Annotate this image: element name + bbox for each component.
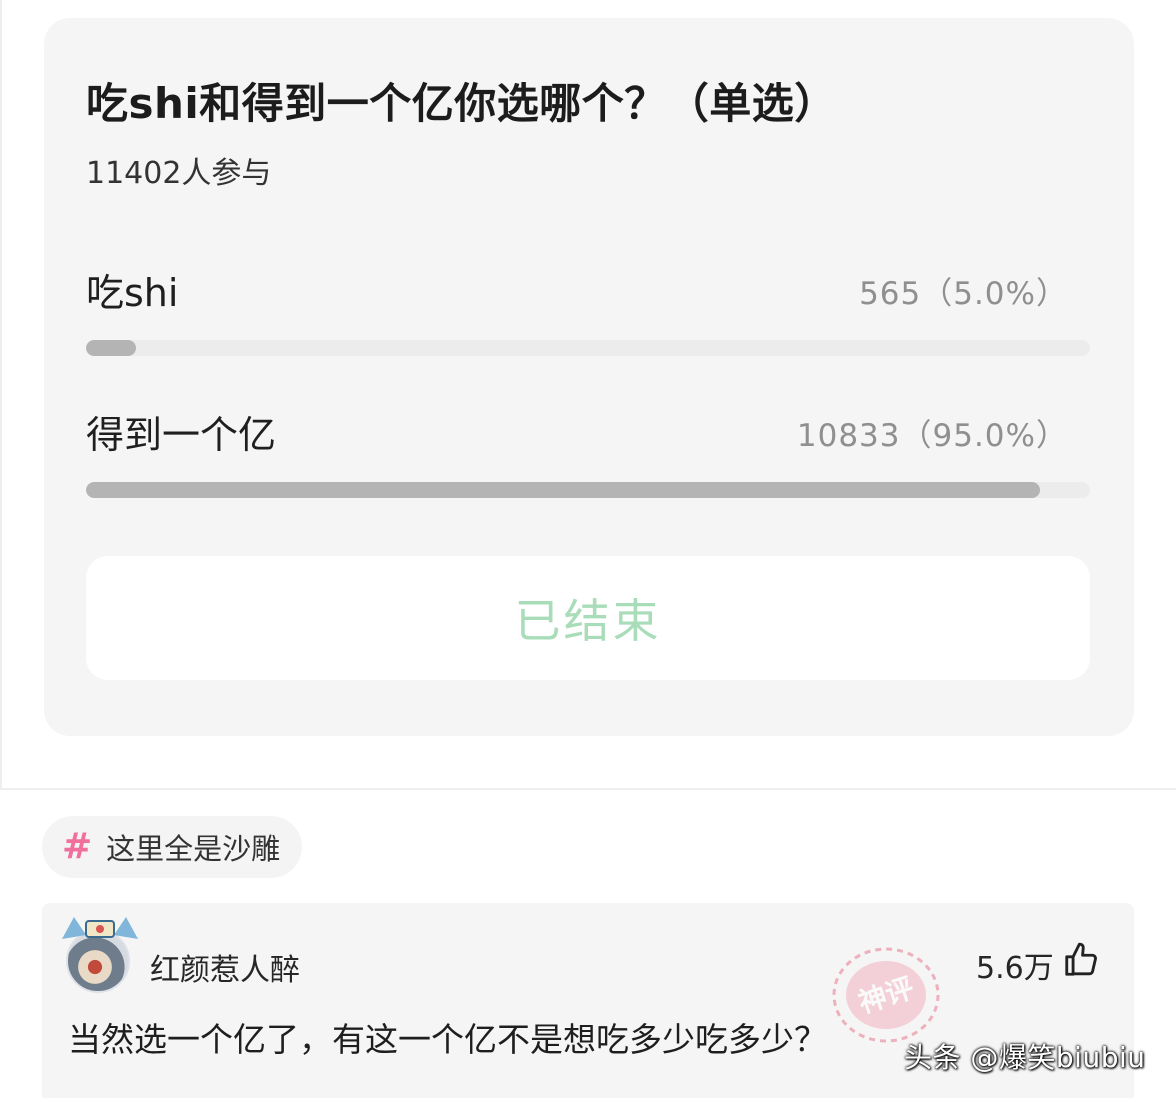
topic-label: 这里全是沙雕 xyxy=(106,832,281,866)
poll-option-label: 吃shi xyxy=(86,271,179,315)
poll-option-bar-fill xyxy=(86,340,137,356)
poll-option-bar xyxy=(86,482,1090,498)
poll-option-stat: 565（5.0%） xyxy=(859,276,1068,312)
poll-option-bar-fill xyxy=(86,482,1040,498)
poll-participant-count: 11402人参与 xyxy=(86,156,272,191)
poll-ended-button[interactable]: 已结束 xyxy=(86,556,1090,680)
poll-option-label: 得到一个亿 xyxy=(86,413,277,457)
thumbs-up-icon[interactable] xyxy=(1062,941,1100,979)
topic-tag[interactable]: # 这里全是沙雕 xyxy=(42,816,303,878)
comment-username[interactable]: 红颜惹人醉 xyxy=(150,945,300,989)
page: 吃shi和得到一个亿你选哪个？（单选） 11402人参与 吃shi 565（5.… xyxy=(0,0,1176,1098)
avatar-frame-icon xyxy=(62,917,138,939)
poll-card: 吃shi和得到一个亿你选哪个？（单选） 11402人参与 吃shi 565（5.… xyxy=(44,18,1134,736)
poll-option-bar xyxy=(86,340,1090,356)
watermark: 头条 @爆笑biubiu xyxy=(904,1041,1146,1074)
stamp-icon: 神评 xyxy=(832,947,940,1043)
section-divider xyxy=(0,788,1176,790)
poll-option-stat: 10833（95.0%） xyxy=(796,418,1068,454)
comment-text: 当然选一个亿了，有这一个亿不是想吃多少吃多少？ xyxy=(68,1020,827,1059)
left-border xyxy=(0,0,2,788)
hash-icon: # xyxy=(62,826,93,867)
like-count: 5.6万 xyxy=(976,951,1054,986)
poll-title: 吃shi和得到一个亿你选哪个？（单选） xyxy=(86,79,837,128)
